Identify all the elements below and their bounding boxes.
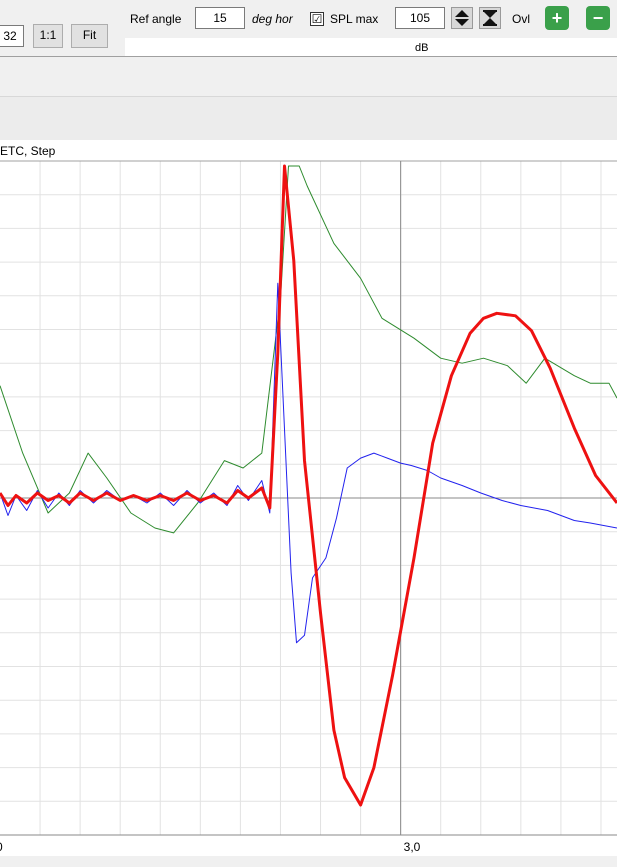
zoom-in-icon[interactable]: + — [545, 6, 569, 30]
db-label: dB — [415, 42, 429, 54]
etc-step-chart: ETC, Step 0 3,0 — [0, 140, 617, 867]
ref-angle-field[interactable]: 15 — [195, 7, 245, 29]
one-to-one-button[interactable]: 1:1 — [33, 24, 63, 48]
fit-button[interactable]: Fit — [71, 24, 108, 48]
chart-title: ETC, Step — [0, 144, 56, 158]
spinner-up-down-icon[interactable] — [451, 7, 473, 29]
spl-max-checkbox[interactable]: ☑ — [310, 12, 324, 26]
spl-max-field[interactable]: 105 — [395, 7, 445, 29]
x-tick-label: 0 — [0, 840, 3, 854]
toolbar: 32 1:1 Fit Ref angle 15 deg hor ☑ SPL ma… — [0, 0, 617, 56]
spl-max-label: SPL max — [330, 12, 379, 26]
deg-hor-label: deg hor — [252, 12, 293, 26]
zoom-out-icon[interactable]: − — [586, 6, 610, 30]
control-band — [0, 96, 617, 141]
hourglass-icon[interactable] — [479, 7, 501, 29]
chart-bottom-strip — [0, 856, 617, 867]
ref-angle-label: Ref angle — [130, 12, 182, 26]
header-band — [0, 57, 617, 95]
ovl-label: Ovl — [512, 12, 530, 26]
partial-zoom-field[interactable]: 32 — [0, 25, 24, 47]
legend-strip — [125, 38, 617, 56]
x-tick-label: 3,0 — [404, 840, 421, 854]
